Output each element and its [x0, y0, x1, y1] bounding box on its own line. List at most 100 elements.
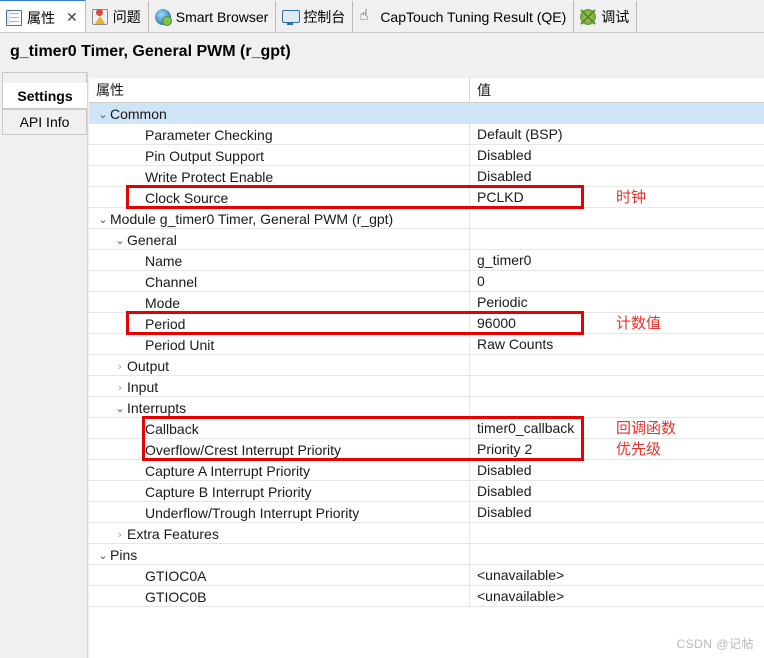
table-row[interactable]: Period 96000 [89, 313, 764, 334]
row-name-cell[interactable]: Period [89, 313, 469, 334]
row-name-cell[interactable]: Mode [89, 292, 469, 313]
row-name-cell[interactable]: GTIOC0A [89, 565, 469, 586]
row-name-cell[interactable]: Underflow/Trough Interrupt Priority [89, 502, 469, 523]
tab-console[interactable]: 控制台 [276, 1, 354, 32]
chevron-right-icon[interactable]: › [113, 356, 127, 376]
row-value-cell[interactable]: Raw Counts [469, 334, 764, 355]
table-row[interactable]: Channel 0 [89, 271, 764, 292]
row-name-cell[interactable]: › Extra Features [89, 523, 469, 544]
table-row[interactable]: Write Protect Enable Disabled [89, 166, 764, 187]
row-value-cell[interactable]: Disabled [469, 460, 764, 481]
row-name-cell[interactable]: Clock Source [89, 187, 469, 208]
table-row[interactable]: Period Unit Raw Counts [89, 334, 764, 355]
chevron-down-icon[interactable]: ⌄ [113, 398, 127, 418]
row-value-cell[interactable] [469, 355, 764, 376]
table-row[interactable]: Underflow/Trough Interrupt Priority Disab… [89, 502, 764, 523]
row-name-cell[interactable]: ⌄ General [89, 229, 469, 250]
table-row[interactable]: GTIOC0B <unavailable> [89, 586, 764, 607]
chevron-down-icon[interactable]: ⌄ [113, 230, 127, 250]
row-value-cell[interactable] [469, 544, 764, 565]
sidebar-item-label: API Info [19, 114, 70, 130]
row-value-cell[interactable]: Disabled [469, 502, 764, 523]
left-nav: Settings API Info [0, 72, 88, 658]
row-name-cell[interactable]: Name [89, 250, 469, 271]
table-row[interactable]: Capture A Interrupt Priority Disabled [89, 460, 764, 481]
tab-label: CapTouch Tuning Result (QE) [380, 8, 567, 25]
chevron-down-icon[interactable]: ⌄ [96, 104, 110, 124]
row-value-cell[interactable] [469, 229, 764, 250]
annotation-period: 计数值 [616, 314, 662, 332]
chevron-right-icon[interactable]: › [113, 377, 127, 397]
row-label: Channel [145, 273, 198, 290]
row-label: Pins [110, 546, 138, 563]
table-row[interactable]: Mode Periodic [89, 292, 764, 313]
table-row[interactable]: Clock Source PCLKD [89, 187, 764, 208]
table-row[interactable]: Overflow/Crest Interrupt Priority Priorit… [89, 439, 764, 460]
row-name-cell[interactable]: Capture A Interrupt Priority [89, 460, 469, 481]
row-name-cell[interactable]: ⌄ Pins [89, 544, 469, 565]
sidebar-item-settings[interactable]: Settings [2, 83, 87, 109]
tab-bar: 属性 ✕ 问题 Smart Browser 控制台 CapTouch Tunin… [0, 0, 764, 33]
row-value-cell[interactable] [469, 376, 764, 397]
row-value-cell[interactable]: Disabled [469, 166, 764, 187]
chevron-right-icon[interactable]: › [113, 524, 127, 544]
table-row[interactable]: ⌄ Common [89, 103, 764, 124]
row-name-cell[interactable]: ⌄ Interrupts [89, 397, 469, 418]
close-icon[interactable]: ✕ [66, 11, 78, 25]
row-value-cell[interactable]: 0 [469, 271, 764, 292]
table-row[interactable]: Capture B Interrupt Priority Disabled [89, 481, 764, 502]
table-row[interactable]: ⌄ Module g_timer0 Timer, General PWM (r_g… [89, 208, 764, 229]
table-body: ⌄ Common Parameter Checking Default (BSP) Pi… [89, 103, 764, 607]
row-name-cell[interactable]: GTIOC0B [89, 586, 469, 607]
tab-captouch-tuning-result[interactable]: CapTouch Tuning Result (QE) [353, 1, 575, 32]
row-name-cell[interactable]: Capture B Interrupt Priority [89, 481, 469, 502]
tab-label: 调试 [601, 8, 630, 25]
row-name-cell[interactable]: Write Protect Enable [89, 166, 469, 187]
column-header-value[interactable]: 值 [469, 78, 764, 103]
row-name-cell[interactable]: › Output [89, 355, 469, 376]
column-header-name[interactable]: 属性 [89, 78, 469, 103]
row-name-cell[interactable]: Parameter Checking [89, 124, 469, 145]
tab-smart-browser[interactable]: Smart Browser [148, 1, 277, 32]
row-label: Capture A Interrupt Priority [145, 462, 310, 479]
tab-problems[interactable]: 问题 [85, 1, 149, 32]
tab-properties[interactable]: 属性 ✕ [0, 0, 86, 32]
row-name-cell[interactable]: Callback [89, 418, 469, 439]
row-value-cell[interactable]: <unavailable> [469, 565, 764, 586]
row-name-cell[interactable]: ⌄ Common [89, 103, 469, 124]
table-row[interactable]: › Output [89, 355, 764, 376]
table-row[interactable]: › Extra Features [89, 523, 764, 544]
row-value-cell[interactable] [469, 523, 764, 544]
row-value-cell[interactable] [469, 397, 764, 418]
chevron-down-icon[interactable]: ⌄ [96, 209, 110, 229]
table-row[interactable]: ⌄ Interrupts [89, 397, 764, 418]
table-row[interactable]: ⌄ Pins [89, 544, 764, 565]
sidebar-item-api-info[interactable]: API Info [2, 109, 87, 135]
table-row[interactable]: Parameter Checking Default (BSP) [89, 124, 764, 145]
table-row[interactable]: Name g_timer0 [89, 250, 764, 271]
row-value-cell[interactable]: Disabled [469, 481, 764, 502]
table-row[interactable]: Pin Output Support Disabled [89, 145, 764, 166]
row-value-cell[interactable]: Disabled [469, 145, 764, 166]
row-name-cell[interactable]: ⌄ Module g_timer0 Timer, General PWM (r_g… [89, 208, 469, 229]
table-row[interactable]: GTIOC0A <unavailable> [89, 565, 764, 586]
row-value-cell[interactable] [469, 208, 764, 229]
row-value-cell[interactable]: g_timer0 [469, 250, 764, 271]
row-name-cell[interactable]: Channel [89, 271, 469, 292]
row-name-cell[interactable]: Period Unit [89, 334, 469, 355]
row-label: GTIOC0B [145, 588, 207, 605]
row-value-cell[interactable] [469, 103, 764, 124]
tab-debug[interactable]: 调试 [574, 1, 638, 32]
row-value-cell[interactable]: <unavailable> [469, 586, 764, 607]
table-row[interactable]: ⌄ General [89, 229, 764, 250]
row-name-cell[interactable]: › Input [89, 376, 469, 397]
tab-label: 属性 [27, 9, 55, 26]
row-name-cell[interactable]: Pin Output Support [89, 145, 469, 166]
row-value-cell[interactable]: Periodic [469, 292, 764, 313]
row-label: Period [145, 315, 186, 332]
row-value-cell[interactable]: Default (BSP) [469, 124, 764, 145]
chevron-down-icon[interactable]: ⌄ [96, 545, 110, 565]
row-name-cell[interactable]: Overflow/Crest Interrupt Priority [89, 439, 469, 460]
row-label: Extra Features [127, 525, 219, 542]
table-row[interactable]: › Input [89, 376, 764, 397]
